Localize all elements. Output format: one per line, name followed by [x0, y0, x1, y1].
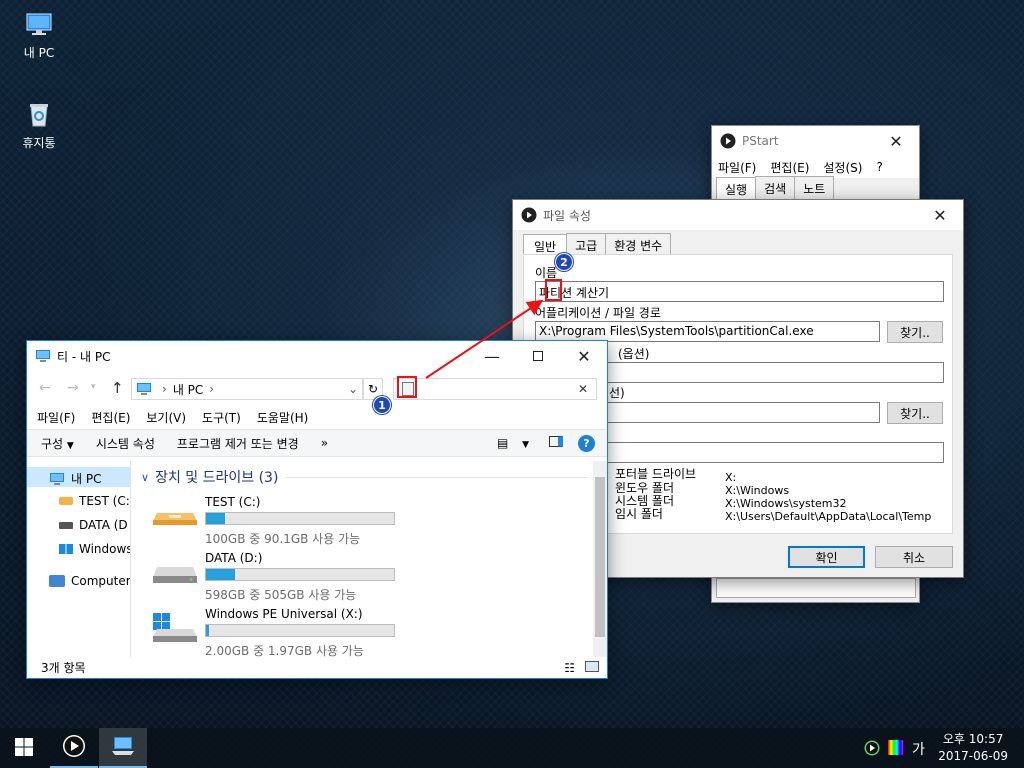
tray-pstart-icon[interactable]	[864, 740, 880, 759]
taskbar: 가 오후 10:57 2017-06-09	[0, 728, 1024, 768]
clock-date: 2017-06-09	[938, 749, 1008, 763]
callout-arrow	[425, 299, 544, 379]
taskbar-pstart[interactable]	[50, 728, 98, 768]
taskbar-explorer[interactable]	[99, 728, 147, 768]
clock[interactable]: 오후 10:57 2017-06-09	[938, 731, 1008, 765]
tray-color-icon[interactable]	[888, 740, 903, 755]
computer-icon	[110, 735, 136, 760]
windows-logo-icon	[14, 737, 34, 760]
ime-indicator[interactable]: 가	[912, 739, 925, 759]
play-icon	[62, 734, 86, 761]
start-button[interactable]	[0, 728, 48, 768]
clock-time: 오후 10:57	[942, 732, 1004, 746]
